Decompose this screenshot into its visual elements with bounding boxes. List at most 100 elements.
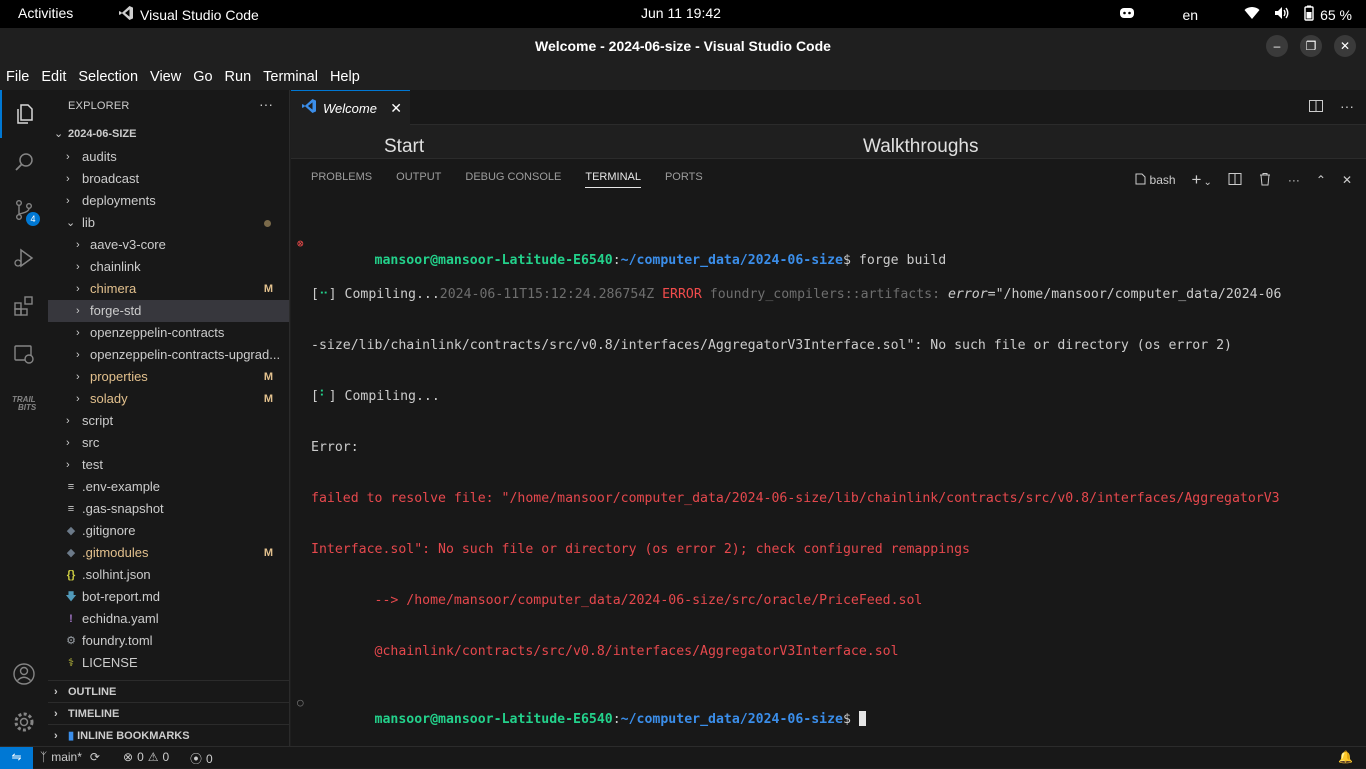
tab-problems[interactable]: PROBLEMS (311, 171, 372, 188)
tab-welcome[interactable]: Welcome ✕ (291, 90, 410, 125)
search-icon[interactable] (0, 138, 48, 186)
app-menu[interactable]: Visual Studio Code (118, 5, 259, 24)
tree-item-foundry-toml[interactable]: ⚙ foundry.toml (48, 630, 289, 652)
maximize-panel-icon[interactable]: ⌃ (1316, 173, 1326, 187)
menu-run[interactable]: Run (225, 64, 258, 90)
chevron-right-icon: › (66, 173, 70, 185)
menu-view[interactable]: View (150, 64, 187, 90)
remote-indicator-icon[interactable]: ⇋ (0, 747, 33, 769)
settings-gear-icon[interactable] (0, 698, 48, 746)
tree-item-aave-v3-core[interactable]: › aave-v3-core (48, 234, 289, 256)
section-outline[interactable]: › OUTLINE (48, 680, 289, 702)
menu-go[interactable]: Go (193, 64, 218, 90)
volume-icon[interactable] (1274, 6, 1290, 23)
section-timeline[interactable]: › TIMELINE (48, 702, 289, 724)
tree-item-audits[interactable]: › audits (48, 146, 289, 168)
modified-dot (264, 220, 271, 227)
tab-debug-console[interactable]: DEBUG CONSOLE (465, 171, 561, 188)
clock[interactable]: Jun 11 19:42 (641, 5, 721, 21)
chevron-down-icon: ⌄ (66, 217, 76, 229)
source-control-icon[interactable]: 4 (0, 186, 48, 234)
wifi-icon[interactable] (1244, 6, 1260, 23)
menu-help[interactable]: Help (330, 64, 366, 90)
menu-terminal[interactable]: Terminal (263, 64, 324, 90)
tree-item-solady[interactable]: › solady M (48, 388, 289, 410)
chevron-right-icon: › (76, 283, 80, 295)
chevron-right-icon: › (54, 686, 58, 698)
workspace-root[interactable]: ⌄ 2024-06-SIZE (48, 123, 289, 145)
bottom-panel: PROBLEMS OUTPUT DEBUG CONSOLE TERMINAL P… (291, 158, 1366, 746)
trash-icon[interactable] (1258, 172, 1272, 189)
terminal-shell-selector[interactable]: bash (1134, 173, 1176, 188)
chevron-right-icon: › (76, 327, 80, 339)
more-actions-icon[interactable]: ··· (1288, 173, 1300, 187)
split-editor-icon[interactable] (1308, 98, 1324, 119)
system-tray[interactable]: en 65 % (1119, 5, 1352, 24)
menu-edit[interactable]: Edit (41, 64, 72, 90)
tree-item-forge-std[interactable]: › forge-std (48, 300, 289, 322)
tree-item-gitignore[interactable]: ◆ .gitignore (48, 520, 289, 542)
error-icon: ⊗ (123, 750, 134, 764)
system-top-bar: Activities Visual Studio Code Jun 11 19:… (0, 0, 1366, 28)
battery-icon[interactable] (1304, 5, 1314, 24)
tree-item-solhint-json[interactable]: {} .solhint.json (48, 564, 289, 586)
split-terminal-icon[interactable] (1228, 172, 1242, 189)
ports-indicator[interactable]: ⦿ 0 (190, 750, 213, 767)
tree-item-chimera[interactable]: › chimera M (48, 278, 289, 300)
scm-badge: 4 (26, 212, 40, 226)
chevron-right-icon: › (66, 415, 70, 427)
language-indicator[interactable]: en (1183, 7, 1199, 23)
tree-item-gas-snapshot[interactable]: ≡ .gas-snapshot (48, 498, 289, 520)
close-icon[interactable]: ✕ (390, 100, 402, 117)
warning-icon: ⚠ (147, 750, 159, 764)
branch-indicator[interactable]: ᛉ main* ⟳ (40, 750, 100, 764)
minimize-button[interactable]: – (1266, 35, 1288, 57)
remote-explorer-icon[interactable] (0, 330, 48, 378)
extensions-icon[interactable] (0, 282, 48, 330)
section-inline-bookmarks[interactable]: › ▮ INLINE BOOKMARKS (48, 724, 289, 746)
more-actions-icon[interactable]: ··· (1340, 98, 1354, 119)
maximize-button[interactable]: ❐ (1300, 35, 1322, 57)
tree-item-echidna-yaml[interactable]: ! echidna.yaml (48, 608, 289, 630)
status-bar: ⇋ ᛉ main* ⟳ ⊗ 0 ⚠ 0 ⦿ 0 🔔 (0, 746, 1366, 769)
tab-output[interactable]: OUTPUT (396, 171, 441, 188)
chevron-right-icon: › (66, 151, 70, 163)
notifications-bell-icon[interactable]: 🔔 (1338, 750, 1353, 764)
discord-icon[interactable] (1119, 6, 1135, 23)
tree-item-properties[interactable]: › properties M (48, 366, 289, 388)
new-terminal-icon[interactable]: + ⌄ (1192, 170, 1212, 190)
menu-selection[interactable]: Selection (78, 64, 144, 90)
close-panel-icon[interactable]: ✕ (1342, 173, 1352, 187)
tree-item-gitmodules[interactable]: ◆ .gitmodules M (48, 542, 289, 564)
tree-item-deployments[interactable]: › deployments (48, 190, 289, 212)
tree-item-broadcast[interactable]: › broadcast (48, 168, 289, 190)
explorer-icon[interactable] (0, 90, 48, 138)
terminal-output[interactable]: ⊗ mansoor@mansoor-Latitude-E6540:~/comput… (297, 201, 1361, 745)
accounts-icon[interactable] (0, 650, 48, 698)
tab-ports[interactable]: PORTS (665, 171, 703, 188)
tree-item-test[interactable]: › test (48, 454, 289, 476)
tree-item-bot-report-md[interactable]: 🡇 bot-report.md (48, 586, 289, 608)
activities-button[interactable]: Activities (18, 5, 73, 21)
trail-of-bits-icon[interactable]: TRAIL BITS (0, 378, 48, 426)
window-titlebar[interactable]: Welcome - 2024-06-size - Visual Studio C… (0, 28, 1366, 64)
explorer-more-actions[interactable]: ··· (259, 96, 273, 112)
tree-item-script[interactable]: › script (48, 410, 289, 432)
tree-item-chainlink[interactable]: › chainlink (48, 256, 289, 278)
run-debug-icon[interactable] (0, 234, 48, 282)
tab-terminal[interactable]: TERMINAL (585, 171, 641, 188)
tree-item-openzeppelin-contracts-upgradeable[interactable]: › openzeppelin-contracts-upgrad... (48, 344, 289, 366)
tree-item-lib[interactable]: ⌄ lib (48, 212, 289, 234)
welcome-start-heading: Start (384, 136, 425, 157)
tree-item-license[interactable]: ⚕ LICENSE (48, 652, 289, 674)
menu-file[interactable]: File (6, 64, 35, 90)
chevron-right-icon: › (66, 195, 70, 207)
menu-bar: File Edit Selection View Go Run Terminal… (0, 64, 1366, 90)
chevron-right-icon: › (76, 393, 80, 405)
tree-item-src[interactable]: › src (48, 432, 289, 454)
close-window-button[interactable]: ✕ (1334, 35, 1356, 57)
problems-indicator[interactable]: ⊗ 0 ⚠ 0 (123, 750, 169, 764)
chevron-right-icon: › (76, 239, 80, 251)
tree-item-env-example[interactable]: ≡ .env-example (48, 476, 289, 498)
tree-item-openzeppelin-contracts[interactable]: › openzeppelin-contracts (48, 322, 289, 344)
